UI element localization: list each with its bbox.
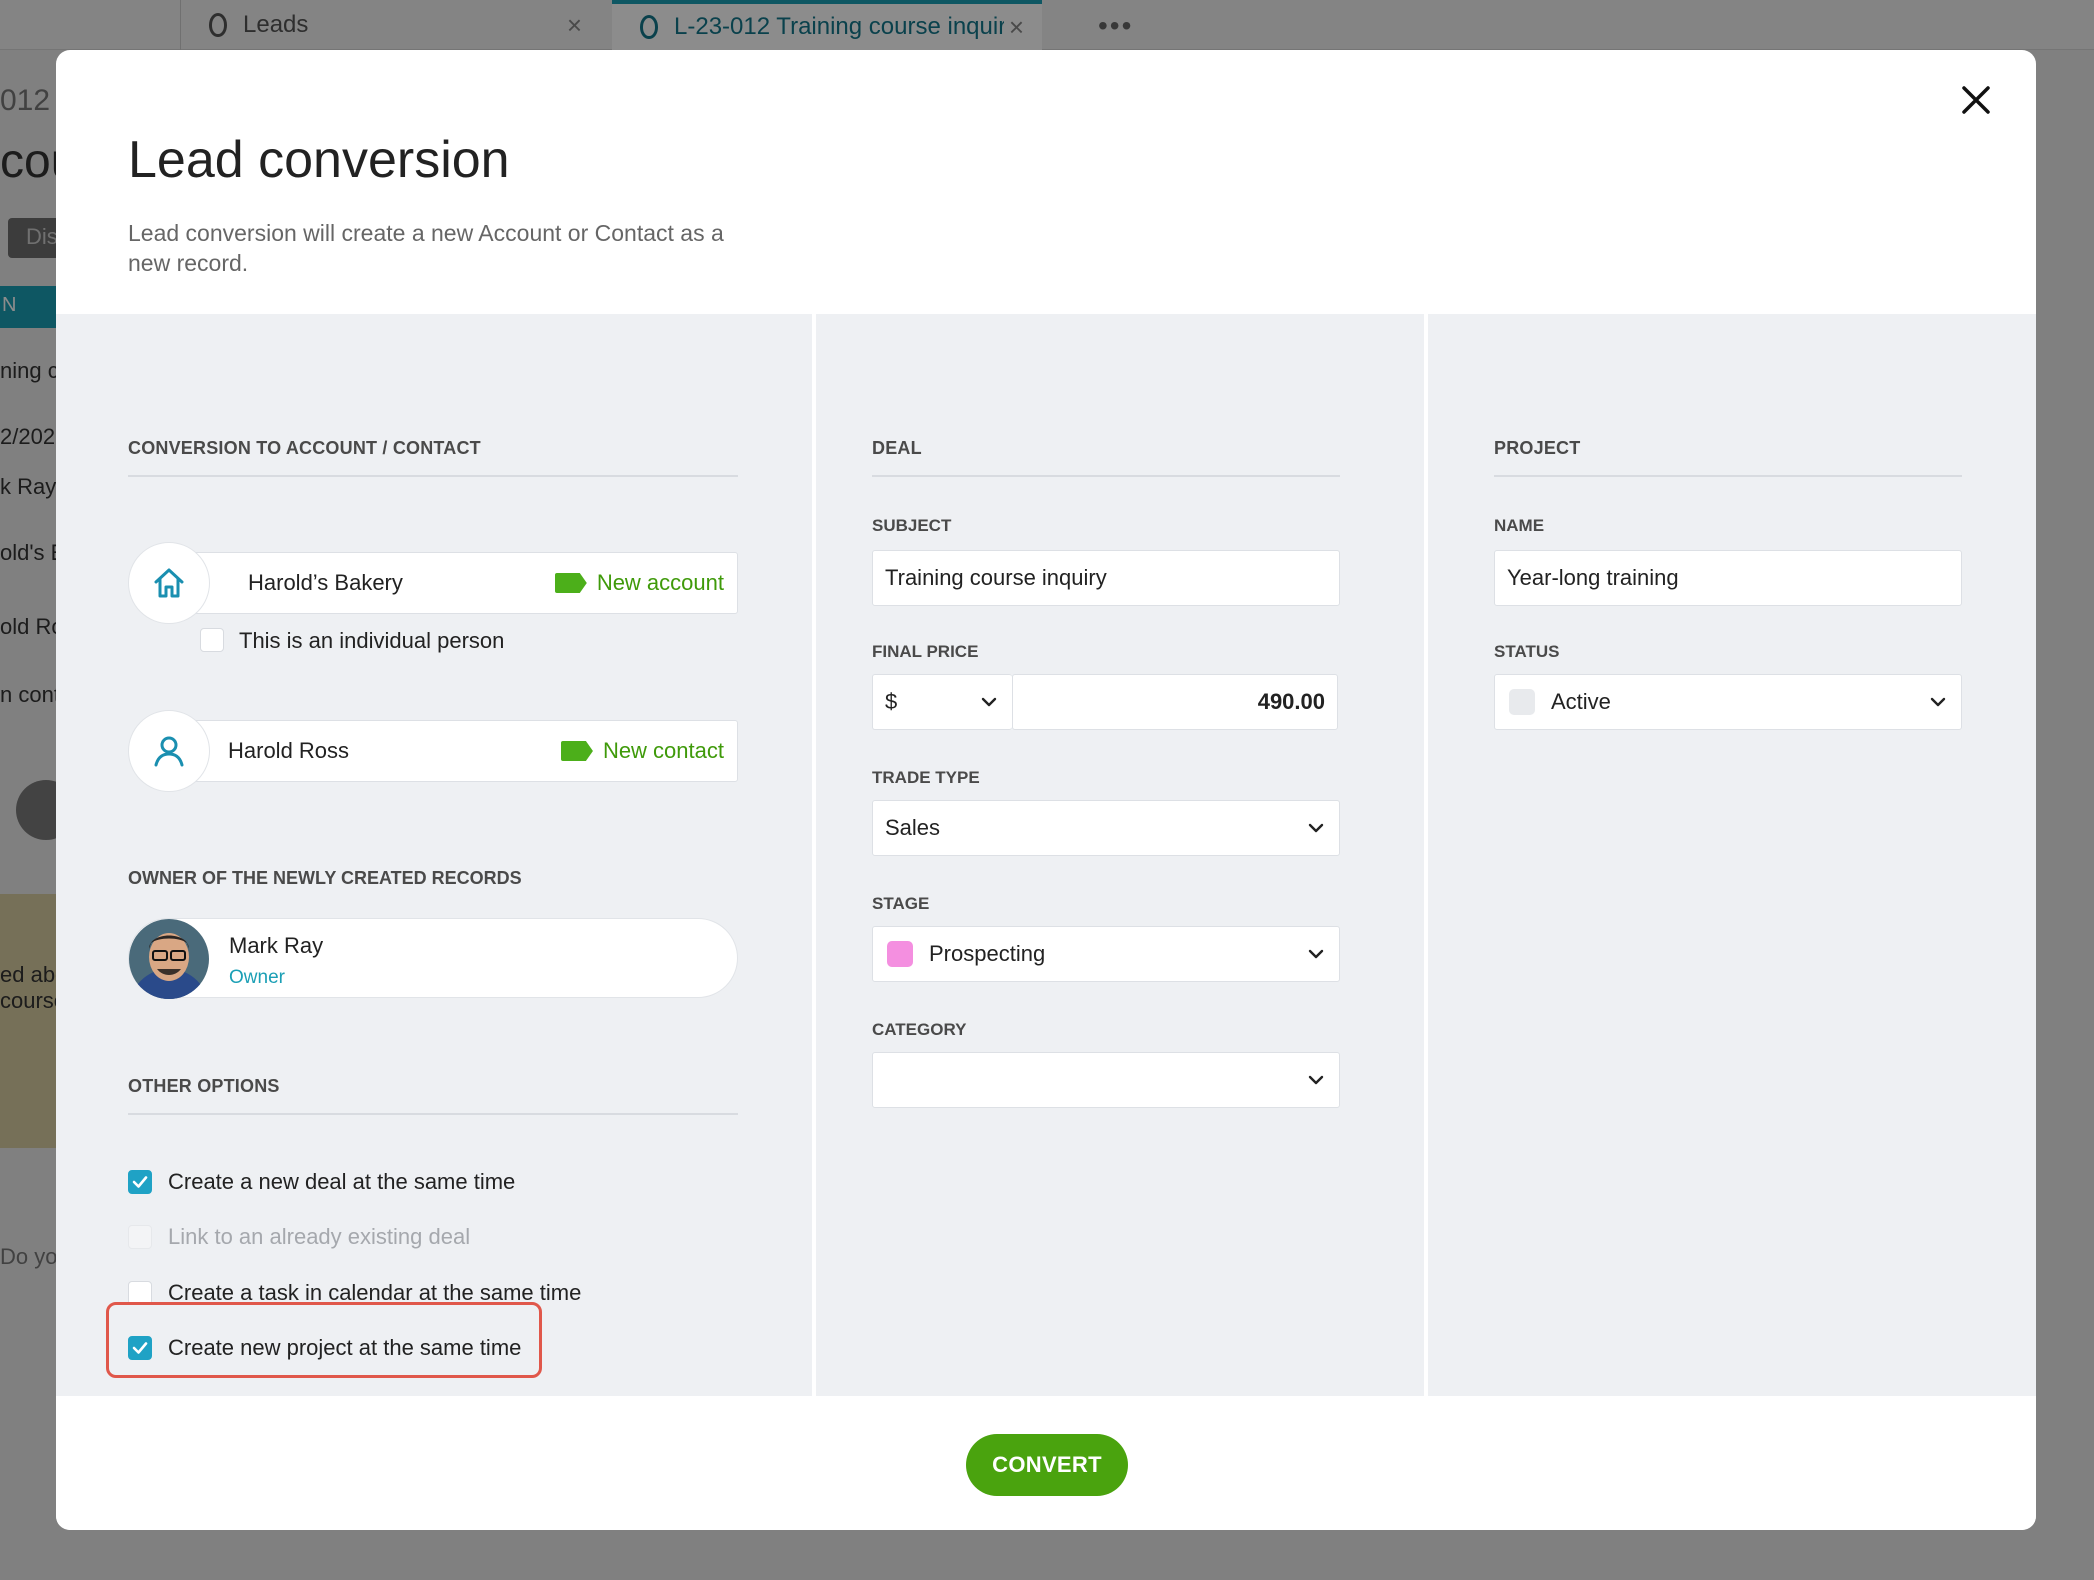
project-column: PROJECT NAME Year-long training STATUS A… [1424, 314, 2036, 1396]
tag-icon [560, 741, 593, 761]
tag-icon [554, 573, 587, 593]
person-icon [128, 710, 210, 792]
conversion-heading: CONVERSION TO ACCOUNT / CONTACT [128, 438, 738, 477]
trade-type-value: Sales [885, 815, 941, 840]
other-options-heading: OTHER OPTIONS [128, 1076, 738, 1115]
owner-heading: OWNER OF THE NEWLY CREATED RECORDS [128, 868, 522, 888]
currency-value: $ [885, 689, 898, 714]
link-existing-deal-checkbox[interactable] [128, 1225, 152, 1249]
new-account-tag: New account [554, 570, 724, 596]
chevron-down-icon [1930, 697, 1946, 707]
final-price-label: FINAL PRICE [872, 642, 979, 661]
chevron-down-icon [1308, 949, 1324, 959]
category-select[interactable] [872, 1052, 1340, 1108]
stage-label: STAGE [872, 894, 930, 913]
currency-select[interactable]: $ [872, 674, 1012, 730]
project-name-value: Year-long training [1507, 565, 1679, 590]
account-row[interactable]: Harold’s Bakery New account [128, 542, 738, 624]
subject-label: SUBJECT [872, 516, 952, 535]
category-label: CATEGORY [872, 1020, 967, 1039]
stage-color-swatch [887, 941, 913, 967]
stage-value: Prospecting [929, 941, 1046, 966]
tag-label: New account [596, 570, 724, 595]
chevron-down-icon [1308, 1075, 1324, 1085]
check-icon [132, 1176, 148, 1188]
link-existing-deal-label: Link to an already existing deal [168, 1224, 471, 1249]
new-contact-tag: New contact [560, 738, 724, 764]
status-select[interactable]: Active [1494, 674, 1962, 730]
owner-role: Owner [229, 967, 285, 988]
conversion-column: CONVERSION TO ACCOUNT / CONTACT Harold’s… [56, 314, 808, 1396]
convert-button[interactable]: CONVERT [966, 1434, 1128, 1496]
account-name: Harold’s Bakery [248, 570, 403, 595]
chevron-down-icon [1308, 823, 1324, 833]
close-button[interactable] [1952, 76, 2000, 124]
price-value: 490.00 [1257, 689, 1325, 714]
individual-person-checkbox[interactable] [200, 628, 224, 652]
modal-body: CONVERSION TO ACCOUNT / CONTACT Harold’s… [56, 314, 2036, 1396]
modal-title: Lead conversion [128, 131, 510, 189]
contact-name: Harold Ross [228, 738, 350, 763]
close-icon [1962, 86, 1990, 114]
owner-name: Mark Ray [229, 933, 324, 958]
tag-label: New contact [602, 738, 724, 763]
stage-select[interactable]: Prospecting [872, 926, 1340, 982]
status-color-swatch [1509, 689, 1535, 715]
project-name-input[interactable]: Year-long training [1494, 550, 1962, 606]
subject-value: Training course inquiry [885, 565, 1107, 590]
chevron-down-icon [981, 697, 997, 707]
subject-input[interactable]: Training course inquiry [872, 550, 1340, 606]
project-name-label: NAME [1494, 516, 1545, 535]
project-heading: PROJECT [1494, 438, 1962, 477]
deal-heading: DEAL [872, 438, 1340, 477]
deal-column: DEAL SUBJECT Training course inquiry FIN… [812, 314, 1420, 1396]
trade-type-select[interactable]: Sales [872, 800, 1340, 856]
owner-selector[interactable]: Mark Ray Owner [128, 918, 738, 999]
status-label: STATUS [1494, 642, 1560, 661]
modal-description: Lead conversion will create a new Accoun… [128, 220, 724, 276]
create-deal-label: Create a new deal at the same time [168, 1169, 516, 1194]
price-input[interactable]: 490.00 [1012, 674, 1338, 730]
contact-row[interactable]: Harold Ross New contact [128, 710, 738, 792]
create-deal-checkbox[interactable] [128, 1170, 152, 1194]
lead-conversion-modal: Lead conversion Lead conversion will cre… [56, 50, 2036, 1530]
status-value: Active [1551, 689, 1611, 714]
individual-person-label: This is an individual person [239, 628, 505, 653]
modal-footer: CONVERT [56, 1396, 2036, 1530]
home-icon [128, 542, 210, 624]
trade-type-label: TRADE TYPE [872, 768, 980, 787]
highlight-box [106, 1302, 542, 1378]
avatar [129, 919, 209, 999]
